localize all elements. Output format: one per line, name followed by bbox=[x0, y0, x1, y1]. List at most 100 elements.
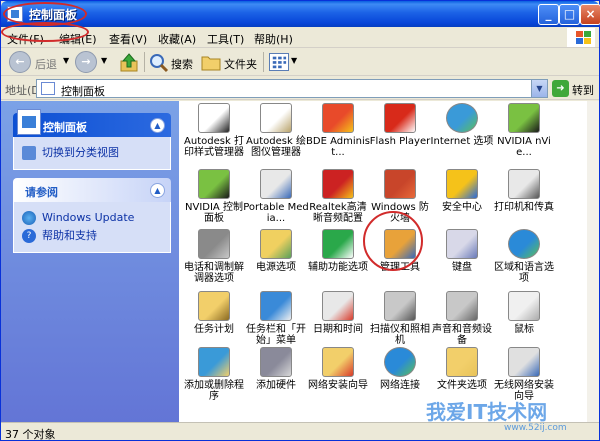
folder-options-icon[interactable] bbox=[446, 347, 478, 377]
folders-icon[interactable] bbox=[201, 54, 221, 71]
item-label[interactable]: 电话和调制解调器选项 bbox=[181, 262, 247, 284]
sounds-audio-icon[interactable] bbox=[446, 291, 478, 321]
control-panel-item[interactable]: 电源选项 bbox=[243, 229, 309, 273]
link-label[interactable]: 切换到分类视图 bbox=[42, 146, 119, 159]
autodesk-plotter-icon[interactable] bbox=[260, 103, 292, 133]
realtek-audio-icon[interactable] bbox=[322, 169, 354, 199]
flash-player-icon[interactable] bbox=[384, 103, 416, 133]
forward-arrow-icon[interactable]: → bbox=[75, 51, 97, 73]
folders-button-label[interactable]: 文件夹 bbox=[224, 56, 257, 72]
link-label[interactable]: Windows Update bbox=[42, 211, 134, 224]
control-panel-item[interactable]: 无线网络安装向导 bbox=[491, 347, 557, 402]
control-panel-item[interactable]: 添加或删除程序 bbox=[181, 347, 247, 402]
windows-update-link[interactable]: Windows Update bbox=[22, 210, 162, 226]
minimize-button[interactable]: _ bbox=[538, 4, 559, 25]
item-label[interactable]: Portable Media... bbox=[243, 202, 309, 224]
item-label[interactable]: Internet 选项 bbox=[429, 136, 495, 147]
title-bar[interactable]: 控制面板 _ □ × bbox=[1, 1, 600, 27]
collapse-chevron-icon[interactable]: ▲ bbox=[150, 183, 165, 198]
control-panel-item[interactable]: 安全中心 bbox=[429, 169, 495, 213]
control-panel-item[interactable]: Autodesk 打印样式管理器 bbox=[181, 103, 247, 158]
scanners-cameras-icon[interactable] bbox=[384, 291, 416, 321]
forward-dropdown-icon[interactable]: ▼ bbox=[101, 56, 107, 65]
item-label[interactable]: Autodesk 打印样式管理器 bbox=[181, 136, 247, 158]
item-label[interactable]: 网络连接 bbox=[367, 380, 433, 391]
switch-to-category-view-link[interactable]: 切换到分类视图 bbox=[22, 145, 162, 161]
control-panel-item[interactable]: 打印机和传真 bbox=[491, 169, 557, 213]
control-panel-item[interactable]: 电话和调制解调器选项 bbox=[181, 229, 247, 284]
see-also-panel-header[interactable]: 请参阅 ▲ bbox=[13, 178, 171, 202]
control-panel-item[interactable]: 扫描仪和照相机 bbox=[367, 291, 433, 346]
control-panel-item[interactable]: 添加硬件 bbox=[243, 347, 309, 391]
maximize-button[interactable]: □ bbox=[559, 4, 580, 25]
item-label[interactable]: Autodesk 绘图仪管理器 bbox=[243, 136, 309, 158]
item-label[interactable]: NVIDIA nVie... bbox=[491, 136, 557, 158]
item-label[interactable]: 安全中心 bbox=[429, 202, 495, 213]
up-folder-icon[interactable] bbox=[119, 53, 139, 73]
search-button-label[interactable]: 搜索 bbox=[171, 56, 193, 72]
back-dropdown-icon[interactable]: ▼ bbox=[63, 56, 69, 65]
item-label[interactable]: 添加硬件 bbox=[243, 380, 309, 391]
item-label[interactable]: NVIDIA 控制面板 bbox=[181, 202, 247, 224]
add-remove-programs-icon[interactable] bbox=[198, 347, 230, 377]
menu-view[interactable]: 查看(V) bbox=[109, 31, 147, 47]
control-panel-item[interactable]: Realtek高清晰音频配置 bbox=[305, 169, 371, 224]
control-panel-item[interactable]: BDE Administ... bbox=[305, 103, 371, 158]
views-icon[interactable] bbox=[269, 53, 289, 71]
control-panel-item[interactable]: Internet 选项 bbox=[429, 103, 495, 147]
menu-favorites[interactable]: 收藏(A) bbox=[158, 31, 196, 47]
control-panel-item[interactable]: 文件夹选项 bbox=[429, 347, 495, 391]
power-options-icon[interactable] bbox=[260, 229, 292, 259]
control-panel-item[interactable]: 键盘 bbox=[429, 229, 495, 273]
collapse-chevron-icon[interactable]: ▲ bbox=[150, 118, 165, 133]
item-label[interactable]: 键盘 bbox=[429, 262, 495, 273]
item-label[interactable]: 辅助功能选项 bbox=[305, 262, 371, 273]
control-panel-item[interactable]: NVIDIA nVie... bbox=[491, 103, 557, 158]
network-setup-icon[interactable] bbox=[322, 347, 354, 377]
nvidia-nview-icon[interactable] bbox=[508, 103, 540, 133]
windows-firewall-icon[interactable] bbox=[384, 169, 416, 199]
keyboard-icon[interactable] bbox=[446, 229, 478, 259]
regional-language-icon[interactable] bbox=[508, 229, 540, 259]
link-label[interactable]: 帮助和支持 bbox=[42, 229, 97, 242]
control-panel-item[interactable]: 声音和音频设备 bbox=[429, 291, 495, 346]
close-button[interactable]: × bbox=[580, 4, 600, 25]
control-panel-item[interactable]: Flash Player bbox=[367, 103, 433, 147]
item-label[interactable]: 区域和语言选项 bbox=[491, 262, 557, 284]
address-value[interactable]: 控制面板 bbox=[61, 83, 105, 99]
menu-help[interactable]: 帮助(H) bbox=[254, 31, 293, 47]
control-panel-item[interactable]: 辅助功能选项 bbox=[305, 229, 371, 273]
mouse-icon[interactable] bbox=[508, 291, 540, 321]
printers-faxes-icon[interactable] bbox=[508, 169, 540, 199]
security-center-icon[interactable] bbox=[446, 169, 478, 199]
address-dropdown-icon[interactable]: ▼ bbox=[531, 80, 547, 97]
taskbar-start-menu-icon[interactable] bbox=[260, 291, 292, 321]
portable-media-icon[interactable] bbox=[260, 169, 292, 199]
back-button-label[interactable]: 后退 bbox=[35, 56, 57, 72]
back-arrow-icon[interactable]: ← bbox=[9, 51, 31, 73]
item-label[interactable]: 声音和音频设备 bbox=[429, 324, 495, 346]
item-label[interactable]: 日期和时间 bbox=[305, 324, 371, 335]
control-panel-panel-header[interactable]: 控制面板 ▲ bbox=[13, 109, 171, 137]
item-label[interactable]: 电源选项 bbox=[243, 262, 309, 273]
go-arrow-icon[interactable]: ➜ bbox=[552, 80, 569, 97]
item-label[interactable]: 扫描仪和照相机 bbox=[367, 324, 433, 346]
item-label[interactable]: Realtek高清晰音频配置 bbox=[305, 202, 371, 224]
vertical-scrollbar[interactable] bbox=[587, 101, 599, 422]
accessibility-icon[interactable] bbox=[322, 229, 354, 259]
menu-tools[interactable]: 工具(T) bbox=[207, 31, 244, 47]
control-panel-item[interactable]: 日期和时间 bbox=[305, 291, 371, 335]
item-label[interactable]: 文件夹选项 bbox=[429, 380, 495, 391]
item-label[interactable]: 鼠标 bbox=[491, 324, 557, 335]
views-dropdown-icon[interactable]: ▼ bbox=[291, 56, 297, 65]
scheduled-tasks-icon[interactable] bbox=[198, 291, 230, 321]
nvidia-control-panel-icon[interactable] bbox=[198, 169, 230, 199]
item-label[interactable]: 添加或删除程序 bbox=[181, 380, 247, 402]
control-panel-item[interactable]: NVIDIA 控制面板 bbox=[181, 169, 247, 224]
control-panel-item[interactable]: 网络安装向导 bbox=[305, 347, 371, 391]
autodesk-plot-style-icon[interactable] bbox=[198, 103, 230, 133]
control-panel-item[interactable]: Portable Media... bbox=[243, 169, 309, 224]
help-and-support-link[interactable]: ? 帮助和支持 bbox=[22, 228, 162, 244]
internet-options-icon[interactable] bbox=[446, 103, 478, 133]
control-panel-item[interactable]: 区域和语言选项 bbox=[491, 229, 557, 284]
